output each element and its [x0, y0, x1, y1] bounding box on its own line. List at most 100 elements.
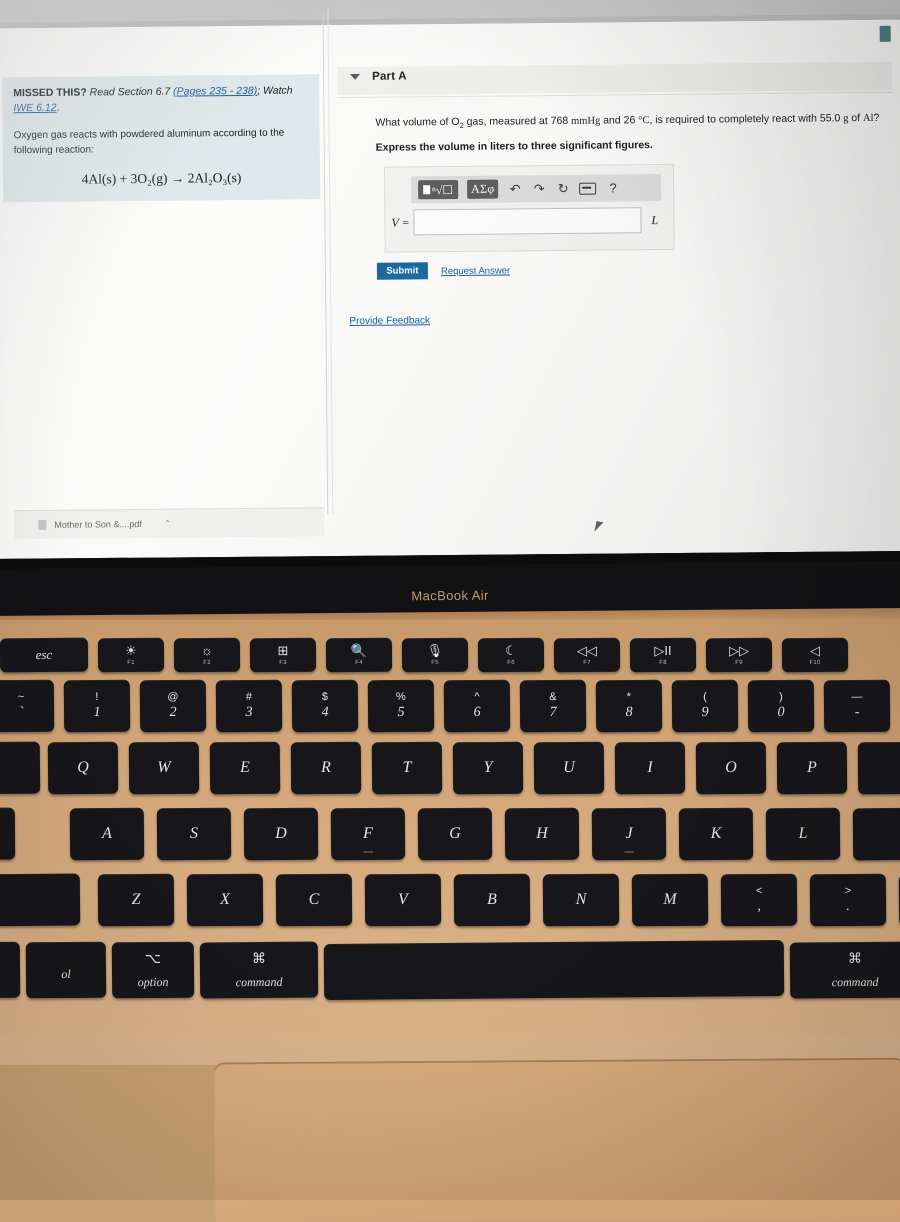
provide-feedback-link[interactable]: Provide Feedback: [349, 315, 430, 327]
key-6[interactable]: ^ 6: [443, 679, 511, 733]
key-space[interactable]: [323, 939, 785, 1001]
key-r[interactable]: R: [290, 741, 362, 795]
key-t[interactable]: T: [371, 741, 443, 795]
key-v[interactable]: V: [364, 873, 442, 927]
key-u[interactable]: U: [533, 741, 605, 795]
download-item[interactable]: Mother to Son &....pdf ⌃: [14, 518, 198, 531]
f8-icon: ▷II: [654, 642, 672, 659]
chevron-up-icon[interactable]: ⌃: [164, 518, 172, 529]
key-k[interactable]: K: [678, 807, 754, 861]
key-`[interactable]: ~ `: [0, 679, 55, 733]
key-j[interactable]: J: [591, 807, 667, 861]
key-f6[interactable]: ☾ F6: [477, 637, 545, 673]
iwe-link[interactable]: IWE 6.12: [13, 102, 56, 114]
pages-link[interactable]: (Pages 235 - 238): [173, 85, 257, 98]
keyboard-icon[interactable]: [579, 182, 597, 195]
part-a-header-band: [336, 61, 893, 96]
key-label: D: [275, 824, 287, 843]
key-sublabel: F1: [127, 659, 135, 667]
key-f10[interactable]: ◁ F10: [781, 637, 849, 673]
key-label: 0: [777, 704, 785, 721]
key-p[interactable]: P: [776, 741, 848, 795]
key-label: Q: [77, 758, 89, 777]
key-command-right[interactable]: ⌘ command: [789, 941, 900, 999]
key-e[interactable]: E: [209, 741, 281, 795]
key-f8[interactable]: ▷II F8: [629, 637, 697, 673]
part-a-header[interactable]: Part A: [350, 70, 407, 83]
trackpad[interactable]: [214, 1057, 900, 1222]
key-fn[interactable]: ⌃: [0, 941, 21, 999]
undo-arrow-icon[interactable]: ↶: [508, 181, 523, 196]
question-text: What volume of O2 gas, measured at 768 m…: [375, 110, 880, 156]
key-q[interactable]: Q: [47, 741, 119, 795]
key-f9[interactable]: ▷▷ F9: [705, 637, 773, 673]
help-question-icon[interactable]: ?: [606, 180, 621, 195]
key-y[interactable]: Y: [452, 741, 524, 795]
key-8[interactable]: * 8: [595, 679, 663, 733]
key-f[interactable]: F: [330, 807, 406, 861]
pdf-file-icon: [38, 519, 47, 530]
key-label: M: [663, 890, 677, 909]
key-f4[interactable]: 🔍 F4: [325, 637, 393, 673]
download-file-name: Mother to Son &....pdf: [54, 518, 142, 530]
key-n[interactable]: N: [542, 873, 620, 927]
key-f5[interactable]: 🎙 F5: [401, 637, 469, 673]
key-f2[interactable]: ☼ F2: [173, 637, 241, 673]
key-5[interactable]: % 5: [367, 679, 435, 733]
key-z[interactable]: Z: [97, 873, 175, 927]
key-command-left[interactable]: ⌘ command: [199, 941, 319, 999]
key-i[interactable]: I: [614, 741, 686, 795]
greek-letters-button[interactable]: ΑΣφ: [467, 179, 499, 199]
key-c[interactable]: C: [275, 873, 353, 927]
key-s[interactable]: S: [156, 807, 232, 861]
key-f1[interactable]: ☀ F1: [97, 637, 165, 673]
key-comma[interactable]: <,: [720, 873, 798, 927]
missed-this-period: .: [56, 101, 60, 115]
key-a[interactable]: A: [69, 807, 145, 861]
key-f7[interactable]: ◁◁ F7: [553, 637, 621, 673]
key-g[interactable]: G: [417, 807, 493, 861]
f4-icon: 🔍: [350, 642, 368, 659]
key-capslock[interactable]: k: [0, 807, 16, 861]
key-label: 1: [93, 704, 101, 721]
key-x[interactable]: X: [186, 873, 264, 927]
key-l[interactable]: L: [765, 807, 841, 861]
key-m[interactable]: M: [631, 873, 709, 927]
key-period[interactable]: >.: [809, 873, 887, 927]
home-row-bump: [363, 850, 374, 854]
key-option-left[interactable]: ⌥ option: [111, 941, 195, 999]
key-3[interactable]: #3: [215, 679, 283, 733]
missed-this-read-section: Read Section 6.7: [89, 85, 171, 99]
key-shift-left[interactable]: [0, 873, 81, 927]
redo-arrow-icon[interactable]: ↷: [532, 181, 547, 196]
reset-circle-icon[interactable]: ↻: [556, 181, 571, 196]
key-7[interactable]: & 7: [519, 679, 587, 733]
key-control[interactable]: ol: [25, 941, 107, 999]
key-tab[interactable]: [0, 741, 41, 795]
math-template-icon[interactable]: ⁿ√☐: [418, 179, 459, 200]
key-label: 6: [473, 704, 481, 721]
key-f3[interactable]: ⊞ F3: [249, 637, 317, 673]
f1-icon: ☀: [125, 642, 137, 659]
key-b[interactable]: B: [453, 873, 531, 927]
caret-down-icon[interactable]: [350, 73, 361, 80]
key-d[interactable]: D: [243, 807, 319, 861]
answer-input[interactable]: [413, 207, 642, 236]
key-esc[interactable]: esc: [0, 637, 89, 673]
key-0[interactable]: ) 0: [747, 679, 815, 733]
key-h[interactable]: H: [504, 807, 580, 861]
reaction-paragraph: Oxygen gas reacts with powdered aluminum…: [13, 128, 285, 157]
request-answer-link[interactable]: Request Answer: [441, 265, 510, 277]
key-1[interactable]: ! 1: [63, 679, 131, 733]
key-label: H: [536, 824, 548, 843]
key-bracket-left[interactable]: [857, 741, 900, 795]
key-label: A: [102, 824, 112, 843]
key-w[interactable]: W: [128, 741, 200, 795]
submit-button[interactable]: Submit: [376, 262, 429, 280]
key-4[interactable]: $4: [291, 679, 359, 733]
key-9[interactable]: (9: [671, 679, 739, 733]
key--[interactable]: — -: [823, 679, 891, 733]
key-semicolon[interactable]: [852, 807, 900, 861]
key-2[interactable]: @2: [139, 679, 207, 733]
key-o[interactable]: O: [695, 741, 767, 795]
